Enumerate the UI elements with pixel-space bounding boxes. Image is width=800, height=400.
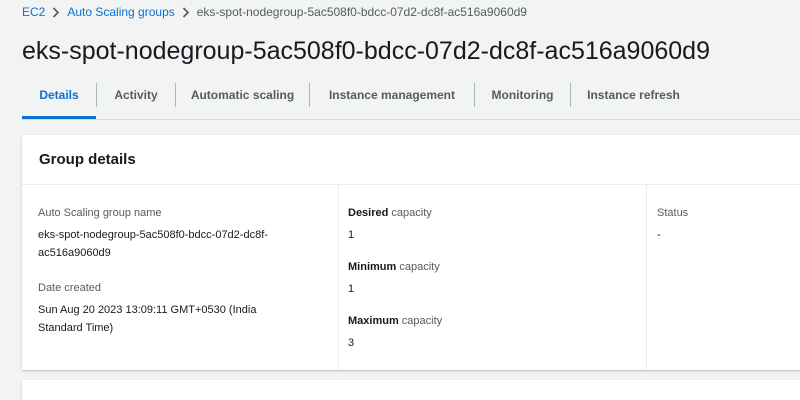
maximum-capacity-label-rest: capacity [398, 315, 443, 327]
page-title: eks-spot-nodegroup-5ac508f0-bdcc-07d2-dc… [22, 37, 710, 65]
status-value: - [657, 229, 661, 241]
details-column-2: Desired capacity 1 Minimum capacity 1 Ma… [338, 185, 646, 370]
tab-automatic-scaling[interactable]: Automatic scaling [176, 76, 309, 116]
maximum-capacity-label: Maximum capacity [348, 314, 646, 328]
group-details-panel: Group details Auto Scaling group name ek… [22, 135, 800, 370]
details-column-3: Status - [646, 185, 800, 370]
asg-name-line-1: eks-spot-nodegroup-5ac508f0-bdcc-07d2-dc… [38, 229, 268, 241]
tab-details[interactable]: Details [22, 76, 96, 116]
minimum-capacity-label-rest: capacity [396, 261, 440, 273]
tab-bar: Details Activity Automatic scaling Insta… [22, 76, 800, 120]
date-created-line-2: Standard Time) [38, 322, 114, 334]
desired-capacity-label-rest: capacity [388, 207, 432, 219]
asg-name-value: eks-spot-nodegroup-5ac508f0-bdcc-07d2-dc… [38, 226, 321, 262]
desired-capacity-value: 1 [348, 229, 355, 241]
breadcrumb-auto-scaling-groups-link[interactable]: Auto Scaling groups [67, 5, 174, 19]
details-column-1: Auto Scaling group name eks-spot-nodegro… [22, 185, 338, 370]
tab-monitoring[interactable]: Monitoring [475, 76, 570, 116]
maximum-capacity-label-bold: Maximum [348, 315, 399, 327]
asg-name-line-2: ac516a9060d9 [38, 247, 111, 259]
breadcrumb-current: eks-spot-nodegroup-5ac508f0-bdcc-07d2-dc… [196, 5, 527, 19]
minimum-capacity-label: Minimum capacity [348, 260, 646, 274]
date-created-label: Date created [38, 282, 101, 294]
group-details-heading: Group details [22, 135, 800, 185]
chevron-right-icon [52, 6, 60, 18]
desired-capacity-label-bold: Desired [348, 207, 389, 219]
tab-instance-management[interactable]: Instance management [310, 76, 474, 116]
maximum-capacity-value: 3 [348, 337, 355, 349]
active-tab-indicator [22, 116, 96, 119]
next-panel [22, 380, 800, 400]
chevron-right-icon [182, 6, 190, 18]
asg-name-label: Auto Scaling group name [38, 207, 162, 219]
tab-activity[interactable]: Activity [97, 76, 175, 116]
minimum-capacity-value: 1 [348, 283, 355, 295]
tab-instance-refresh[interactable]: Instance refresh [571, 76, 696, 116]
status-label: Status [657, 207, 689, 219]
desired-capacity-label: Desired capacity [348, 206, 646, 220]
date-created-value: Sun Aug 20 2023 13:09:11 GMT+0530 (India… [38, 301, 321, 337]
breadcrumb: EC2 Auto Scaling groups eks-spot-nodegro… [22, 3, 527, 21]
date-created-line-1: Sun Aug 20 2023 13:09:11 GMT+0530 (India [38, 304, 257, 316]
breadcrumb-ec2-link[interactable]: EC2 [22, 5, 45, 19]
minimum-capacity-label-bold: Minimum [348, 261, 397, 273]
